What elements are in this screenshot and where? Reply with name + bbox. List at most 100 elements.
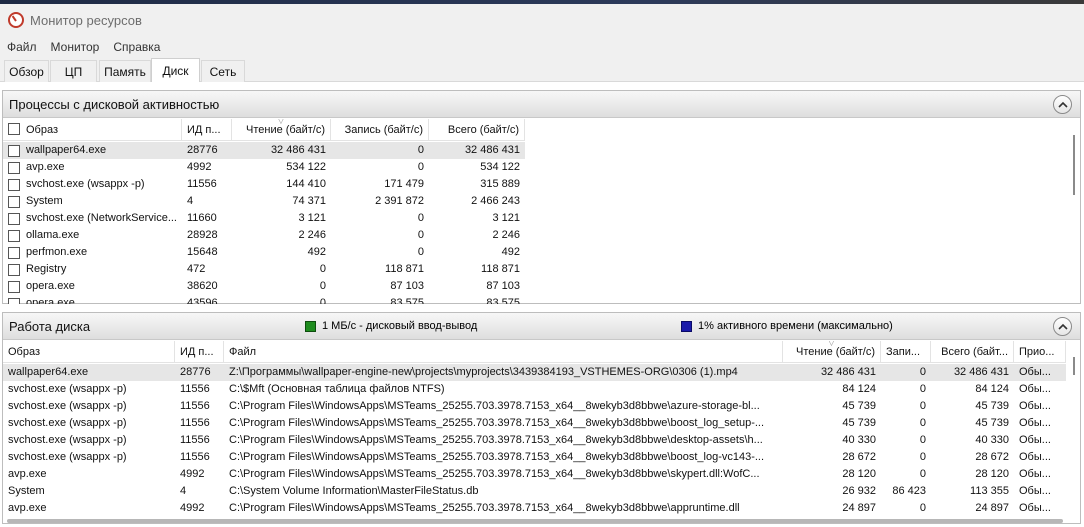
disk-cell: 11556 [180,383,210,395]
process-cell: svchost.exe (NetworkService... [26,212,177,224]
process-cell: Registry [26,263,67,275]
col-header-pid[interactable]: ИД п... [175,341,224,363]
disk-cell: Обы... [1019,468,1051,480]
tab-network[interactable]: Сеть [201,60,245,82]
col-header-read[interactable]: ▽ Чтение (байт/с) [783,341,881,363]
disk-cell: 4992 [180,468,205,480]
disk-scrollbar[interactable] [1073,357,1075,375]
process-cell: 15648 [187,246,218,258]
col-header-read[interactable]: ▽ Чтение (байт/с) [232,119,331,141]
process-row[interactable]: wallpaper64.exe 28776 32 486 431 0 32 486 43… [3,142,525,159]
disk-cell: 0 [919,451,926,463]
disk-cell: 28 120 [975,468,1009,480]
window-title: Монитор ресурсов [30,12,142,28]
process-cell: opera.exe [26,297,75,304]
process-row[interactable]: System 4 74 371 2 391 872 2 466 243 [3,193,525,210]
disk-cell: C:\Program Files\WindowsApps\MSTeams_252… [229,434,763,446]
col-header-priority[interactable]: Прио... [1014,341,1066,363]
tab-overview[interactable]: Обзор [4,60,49,82]
disk-row[interactable]: svchost.exe (wsappx -p) 11556 C:\Program F… [3,398,1066,415]
disk-cell: Обы... [1019,366,1051,378]
menu-monitor[interactable]: Монитор [51,40,100,54]
disk-row[interactable]: wallpaper64.exe 28776 Z:\Программы\wallpap… [3,364,1066,381]
process-cell: 0 [319,263,326,275]
process-cell: 3 121 [492,212,520,224]
disk-row[interactable]: avp.exe 4992 C:\Program Files\WindowsApps\… [3,466,1066,483]
disk-row[interactable]: avp.exe 4992 C:\Program Files\WindowsApps\… [3,500,1066,517]
disk-cell: 0 [919,502,926,514]
process-cell: 11556 [187,178,217,190]
disk-cell: 45 739 [842,417,876,429]
disk-cell: Обы... [1019,400,1051,412]
collapse-processes-button[interactable] [1053,95,1072,114]
process-cell: 43596 [187,297,218,304]
disk-horizontal-scrollbar[interactable] [7,519,1063,523]
process-row[interactable]: Registry 472 0 118 871 118 871 [3,261,525,278]
disk-row[interactable]: System 4 C:\System Volume Information\Mast… [3,483,1066,500]
disk-cell: Z:\Программы\wallpaper-engine-new\projec… [229,366,738,378]
tab-disk[interactable]: Диск [151,58,200,82]
process-cell: avp.exe [26,161,65,173]
chevron-up-icon [1058,323,1068,330]
process-cell: 534 122 [480,161,520,173]
disk-cell: 24 897 [975,502,1009,514]
process-row[interactable]: opera.exe 38620 0 87 103 87 103 [3,278,525,295]
disk-cell: 28776 [180,366,211,378]
process-cell: 492 [307,246,326,258]
col-header-total[interactable]: Всего (байт/с) [429,119,525,141]
col-header-image[interactable]: Образ [3,341,175,363]
process-row[interactable]: perfmon.exe 15648 492 0 492 [3,244,525,261]
process-cell: 83 575 [390,297,424,304]
collapse-disk-button[interactable] [1053,317,1072,336]
col-header-file[interactable]: Файл [224,341,783,363]
sort-descending-icon: ▽ [828,341,835,347]
menu-bar: Файл Монитор Справка [0,36,1084,58]
process-cell: 83 575 [486,297,520,304]
col-header-image[interactable]: Образ [3,119,182,141]
disk-cell: 45 739 [975,400,1009,412]
disk-panel-header[interactable]: Работа диска 1 МБ/с - дисковый ввод-выво… [3,313,1080,340]
process-cell: 87 103 [390,280,424,292]
disk-table: Образ ИД п... Файл ▽ Чтение (байт/с) Зап… [3,341,1080,517]
disk-cell: 0 [919,434,926,446]
processes-scrollbar[interactable] [1073,135,1075,195]
disk-row[interactable]: svchost.exe (wsappx -p) 11556 C:\Program F… [3,449,1066,466]
process-cell: System [26,195,63,207]
col-header-write[interactable]: Запи... [881,341,931,363]
process-row[interactable]: opera.exe 43596 0 83 575 83 575 [3,295,525,304]
col-header-pid[interactable]: ИД п... [182,119,232,141]
process-cell: 0 [417,246,424,258]
col-header-total[interactable]: Всего (байт... [931,341,1014,363]
process-cell: 32 486 431 [464,144,520,156]
disk-cell: 84 124 [842,383,876,395]
disk-cell: 40 330 [975,434,1009,446]
tab-memory[interactable]: Память [99,60,151,82]
process-cell: 38620 [187,280,218,292]
tab-cpu[interactable]: ЦП [50,60,97,82]
processes-panel-header[interactable]: Процессы с дисковой активностью [3,91,1080,118]
process-cell: 2 246 [298,229,326,241]
process-cell: 32 486 431 [270,144,326,156]
col-header-write[interactable]: Запись (байт/с) [331,119,429,141]
disk-cell: C:\Program Files\WindowsApps\MSTeams_252… [229,417,765,429]
disk-cell: svchost.exe (wsappx -p) [8,417,127,429]
process-row[interactable]: svchost.exe (wsappx -p) 11556 144 410 171 4… [3,176,525,193]
process-cell: opera.exe [26,280,75,292]
disk-row[interactable]: svchost.exe (wsappx -p) 11556 C:\Program F… [3,415,1066,432]
disk-row[interactable]: svchost.exe (wsappx -p) 11556 C:\Program F… [3,432,1066,449]
process-cell: ollama.exe [26,229,80,241]
disk-cell: 11556 [180,451,210,463]
menu-help[interactable]: Справка [113,40,160,54]
process-cell: 0 [319,280,326,292]
disk-row[interactable]: svchost.exe (wsappx -p) 11556 C:\$Mft (Осн… [3,381,1066,398]
process-cell: 0 [417,212,424,224]
select-all-checkbox[interactable] [8,123,20,135]
process-row[interactable]: svchost.exe (NetworkService... 11660 3 121… [3,210,525,227]
process-row[interactable]: avp.exe 4992 534 122 0 534 122 [3,159,525,176]
disk-cell: 45 739 [842,400,876,412]
process-cell: 3 121 [298,212,326,224]
process-cell: 472 [187,263,206,275]
menu-file[interactable]: Файл [7,40,37,54]
legend-active-time: 1% активного времени (максимально) [681,320,893,332]
process-row[interactable]: ollama.exe 28928 2 246 0 2 246 [3,227,525,244]
